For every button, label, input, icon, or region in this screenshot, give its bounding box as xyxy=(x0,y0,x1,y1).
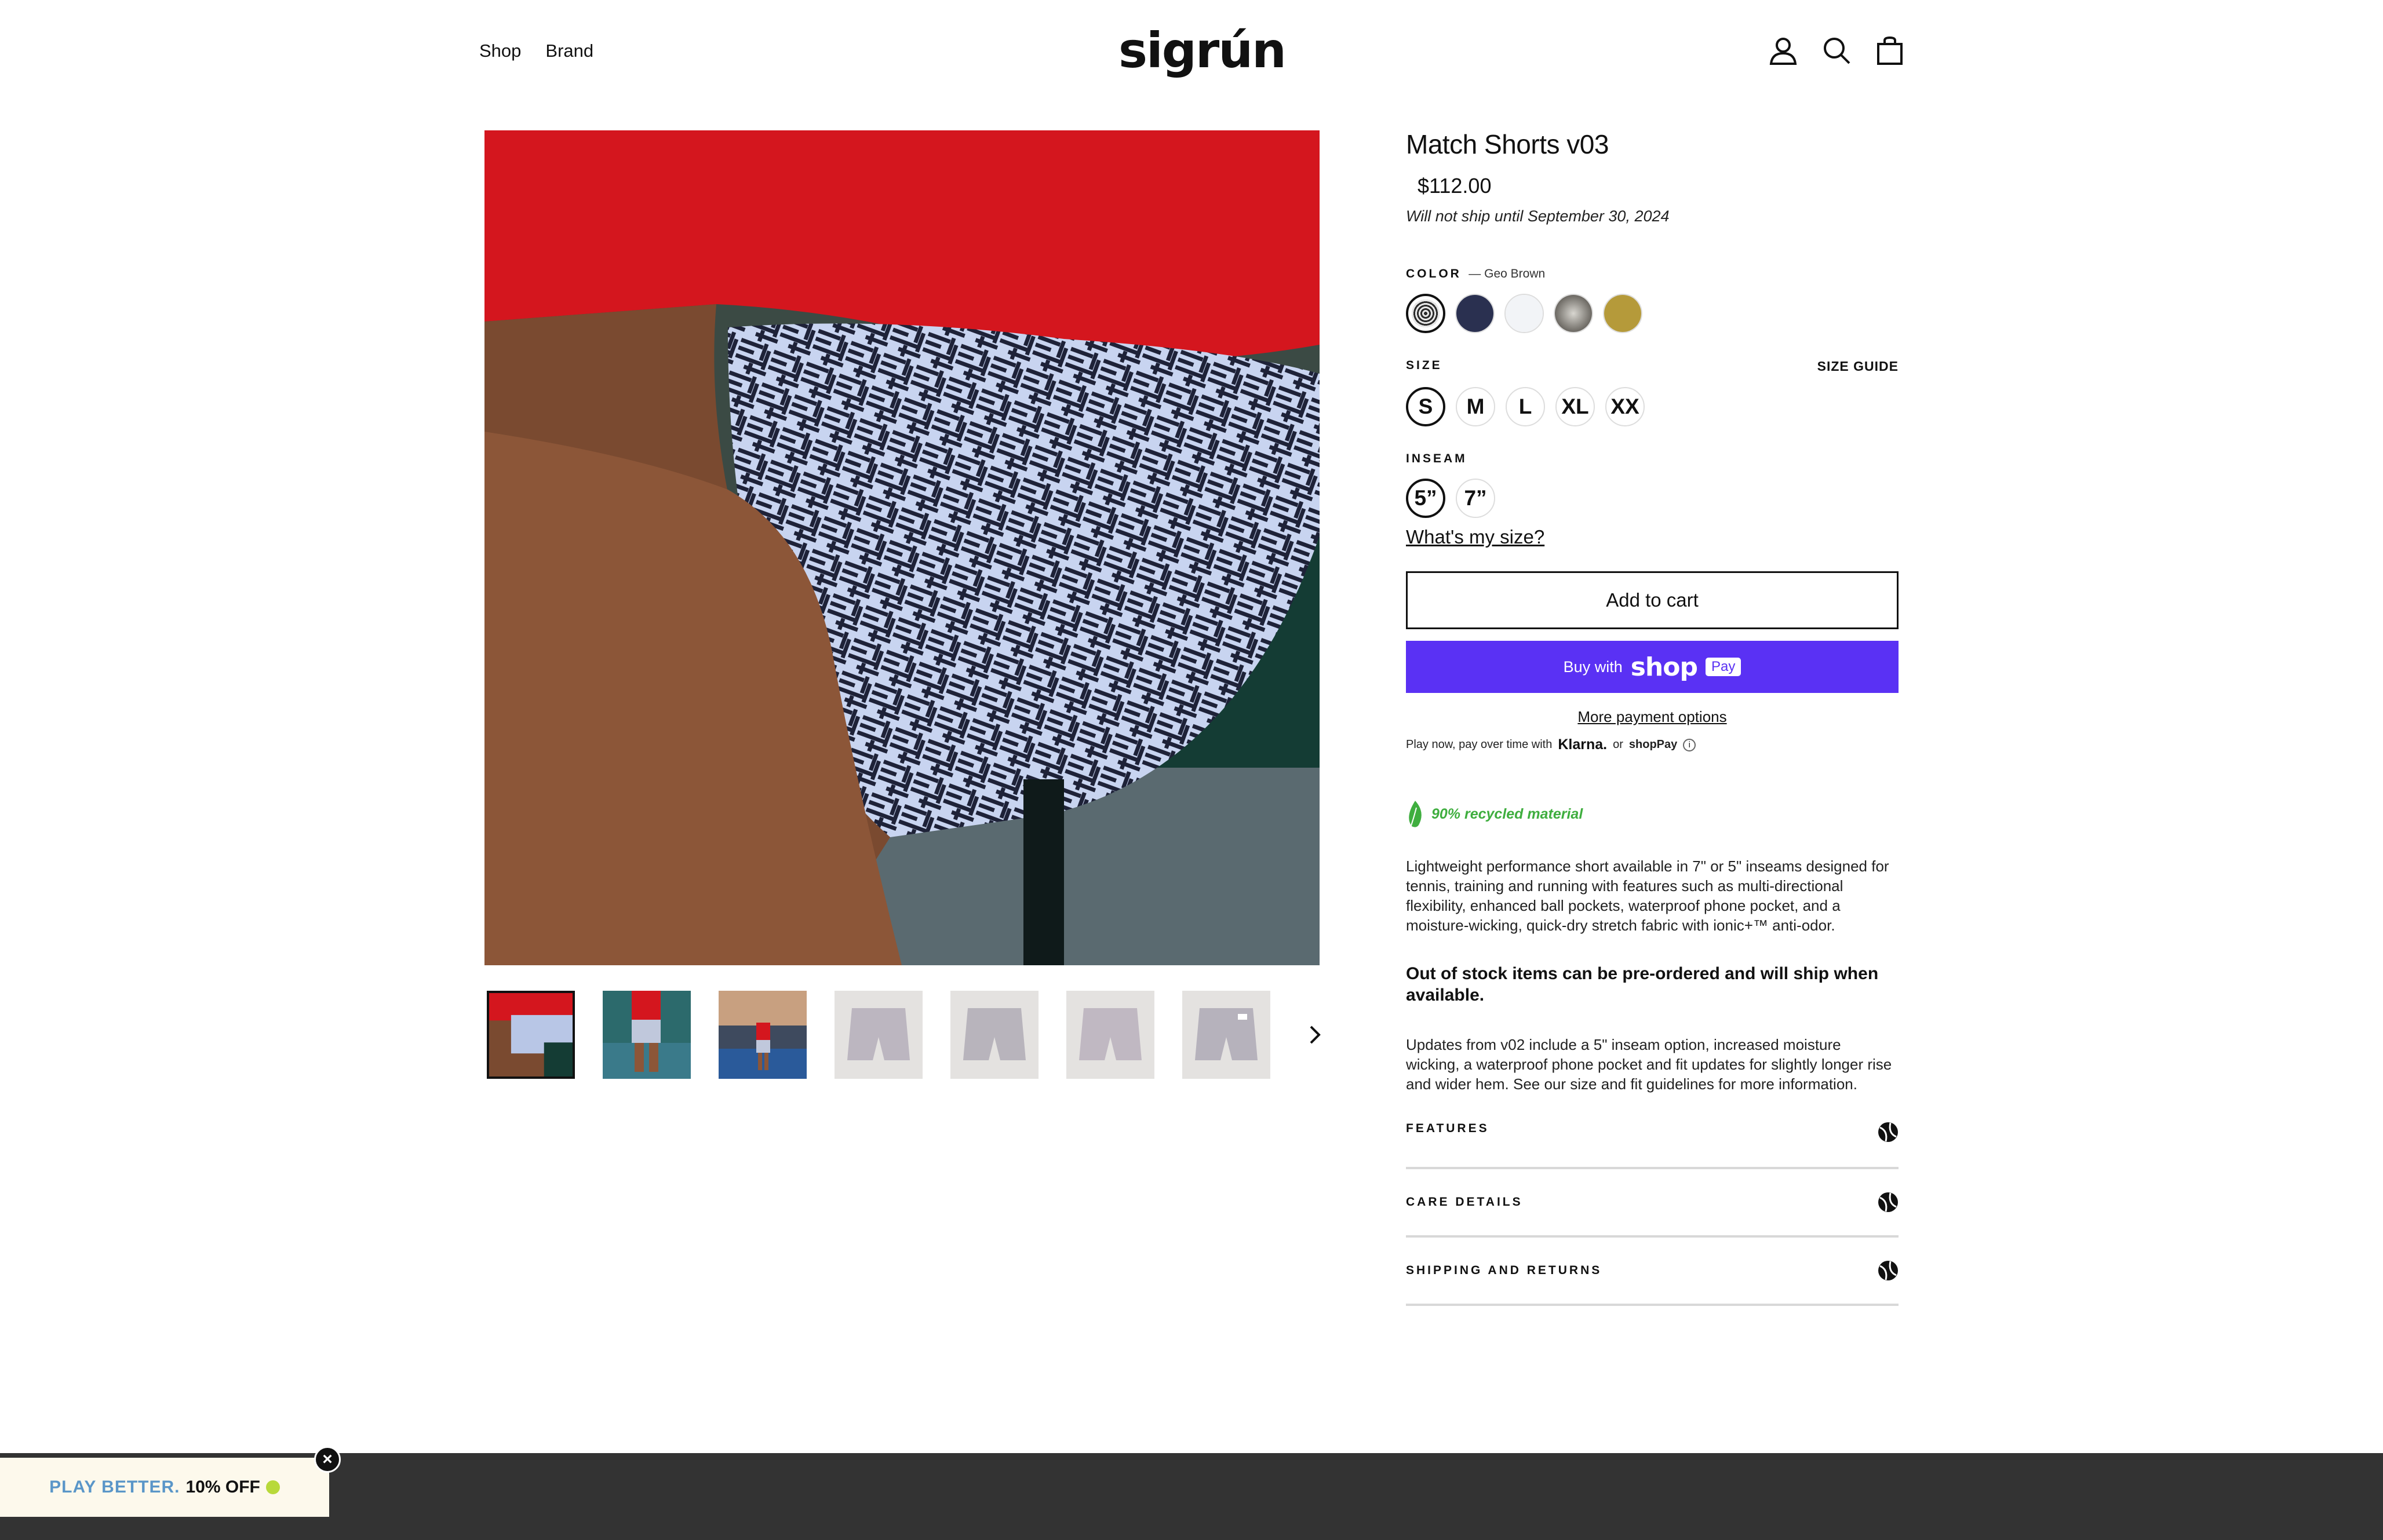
installments-text: Play now, pay over time with xyxy=(1406,738,1553,751)
header-icons xyxy=(1769,36,1904,66)
accordion-label: FEATURES xyxy=(1406,1122,1489,1135)
whats-my-size-link[interactable]: What's my size? xyxy=(1406,526,1544,548)
selected-color-name: — Geo Brown xyxy=(1469,267,1546,280)
color-selector: COLOR — Geo Brown xyxy=(1406,267,1899,333)
thumbnail[interactable] xyxy=(1066,991,1154,1079)
tennis-ball-icon xyxy=(265,1480,280,1494)
size-option-l[interactable]: L xyxy=(1506,387,1545,426)
promo-text-discount: 10% OFF xyxy=(185,1477,260,1497)
nav-shop-link[interactable]: Shop xyxy=(479,41,521,61)
tennis-ball-icon xyxy=(1878,1122,1898,1142)
thumbnail-strip xyxy=(487,991,1270,1079)
size-option-s[interactable]: S xyxy=(1406,387,1445,426)
nav-brand-link[interactable]: Brand xyxy=(545,41,593,61)
product-main-image[interactable] xyxy=(484,130,1320,965)
product-page: Shop Brand sigrún Match Shorts v03 $112.… xyxy=(0,0,2383,1540)
accordion-label: SHIPPING AND RETURNS xyxy=(1406,1264,1602,1277)
size-header: SIZE SIZE GUIDE xyxy=(1406,359,1899,374)
recycled-text: 90% recycled material xyxy=(1431,805,1583,822)
accordion-shipping-returns[interactable]: SHIPPING AND RETURNS xyxy=(1406,1238,1899,1306)
color-swatch[interactable] xyxy=(1504,294,1544,333)
thumbnail[interactable] xyxy=(719,991,807,1079)
size-option-m[interactable]: M xyxy=(1456,387,1495,426)
preorder-note: Out of stock items can be pre-ordered an… xyxy=(1406,964,1879,1005)
shop-pay-logo: shop xyxy=(1630,652,1698,682)
tennis-ball-icon xyxy=(1878,1261,1898,1280)
close-icon[interactable]: × xyxy=(314,1446,341,1473)
thumbnail[interactable] xyxy=(487,991,575,1079)
accordion-care-details[interactable]: CARE DETAILS xyxy=(1406,1169,1899,1238)
thumbnail[interactable] xyxy=(835,991,923,1079)
thumbnail[interactable] xyxy=(950,991,1039,1079)
klarna-logo: Klarna. xyxy=(1558,736,1608,753)
leaf-icon xyxy=(1409,801,1422,828)
product-info-panel: Match Shorts v03 $112.00 Will not ship u… xyxy=(1406,129,1899,1306)
search-icon[interactable] xyxy=(1822,36,1851,66)
inseam-option-7[interactable]: 7” xyxy=(1456,479,1495,518)
recycled-badge: 90% recycled material xyxy=(1406,800,1899,829)
product-price: $112.00 xyxy=(1418,174,1492,198)
inseam-option-5[interactable]: 5” xyxy=(1406,479,1445,518)
add-to-cart-button[interactable]: Add to cart xyxy=(1406,571,1899,629)
site-logo[interactable]: sigrún xyxy=(1118,22,1287,79)
size-option-xl[interactable]: XL xyxy=(1555,387,1595,426)
pay-badge: Pay xyxy=(1705,658,1741,676)
color-swatch[interactable] xyxy=(1406,294,1445,333)
account-icon[interactable] xyxy=(1769,36,1798,66)
inseam-label: INSEAM xyxy=(1406,452,1467,465)
size-label: SIZE xyxy=(1406,359,1442,372)
color-swatch[interactable] xyxy=(1455,294,1495,333)
shop-pay-button[interactable]: Buy with shop Pay xyxy=(1406,641,1899,693)
thumbnail[interactable] xyxy=(603,991,691,1079)
accordion-label: CARE DETAILS xyxy=(1406,1195,1523,1209)
shop-pay-small-logo: shopPay xyxy=(1628,738,1678,751)
tennis-ball-icon xyxy=(1878,1192,1898,1212)
product-description: Lightweight performance short available … xyxy=(1406,857,1889,934)
size-option-xx[interactable]: XX xyxy=(1605,387,1645,426)
product-title: Match Shorts v03 xyxy=(1406,129,1609,159)
size-options: S M L XL XX xyxy=(1406,387,1899,426)
site-footer xyxy=(0,1453,2383,1540)
more-payment-options-link[interactable]: More payment options xyxy=(1406,708,1899,726)
updates-note: Updates from v02 include a 5" inseam opt… xyxy=(1406,1036,1892,1093)
installments-or: or xyxy=(1613,738,1623,751)
accordion-features[interactable]: FEATURES xyxy=(1406,1122,1899,1169)
size-guide-link[interactable]: SIZE GUIDE xyxy=(1817,359,1899,374)
accordion-list: FEATURES CARE DETAILS SHIPPING AND RETUR… xyxy=(1406,1122,1899,1306)
promo-text-primary: PLAY BETTER. xyxy=(49,1477,180,1497)
color-swatch[interactable] xyxy=(1603,294,1642,333)
chevron-right-icon[interactable] xyxy=(1306,1023,1324,1046)
inseam-selector: INSEAM 5” 7” xyxy=(1406,452,1899,518)
promo-banner[interactable]: PLAY BETTER. 10% OFF xyxy=(0,1458,329,1517)
installments-note: Play now, pay over time with Klarna. or … xyxy=(1406,736,1899,753)
thumbnail[interactable] xyxy=(1182,991,1270,1079)
cart-icon[interactable] xyxy=(1875,36,1904,66)
ship-date-note: Will not ship until September 30, 2024 xyxy=(1406,207,1670,225)
info-icon[interactable]: i xyxy=(1683,738,1696,751)
buy-with-label: Buy with xyxy=(1563,658,1623,676)
color-swatch[interactable] xyxy=(1554,294,1593,333)
color-label: COLOR xyxy=(1406,267,1462,280)
main-nav: Shop Brand xyxy=(479,41,593,61)
